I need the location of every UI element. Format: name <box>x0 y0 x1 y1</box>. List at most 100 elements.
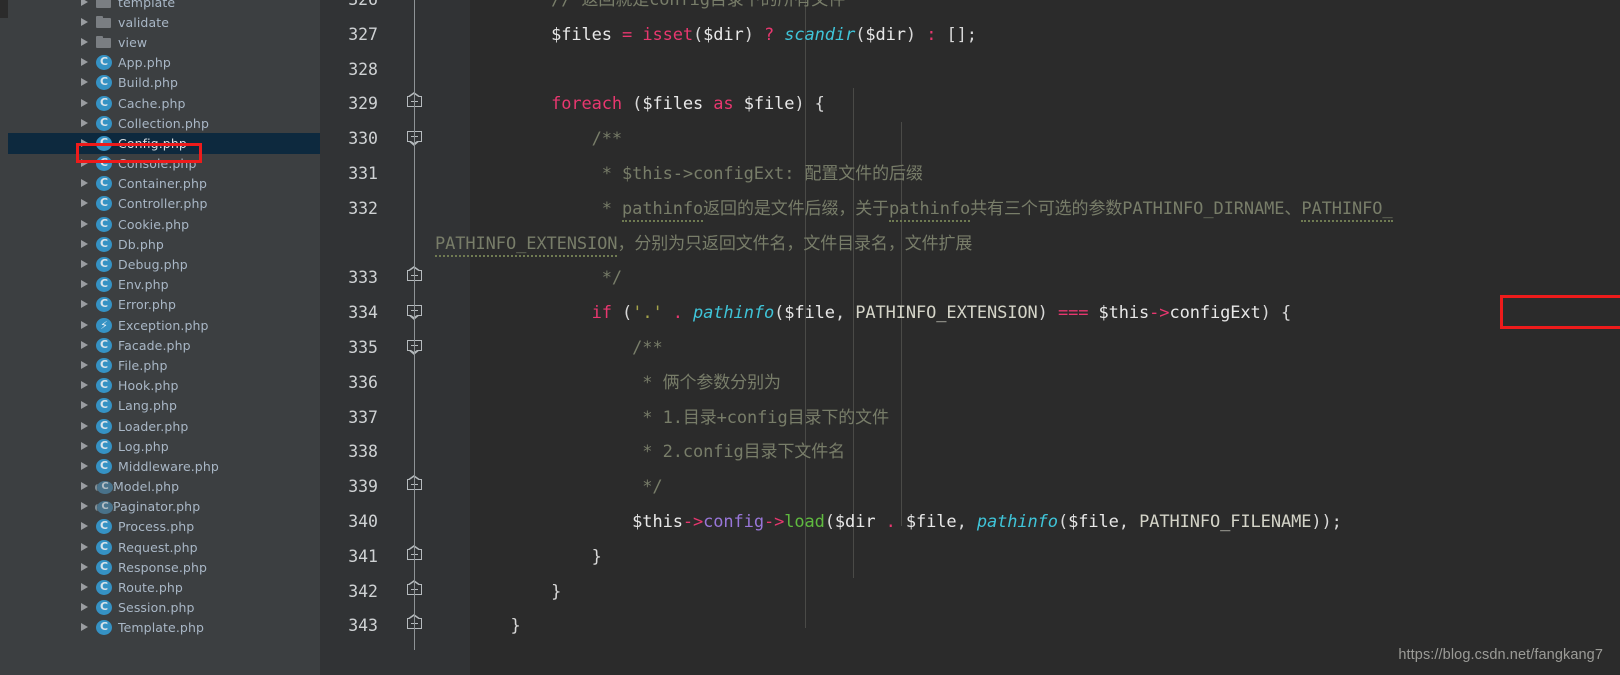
tree-item-process-php[interactable]: Process.php <box>8 517 320 537</box>
expand-arrow-icon[interactable] <box>80 598 91 618</box>
code-line: 332 * pathinfo返回的是文件后缀，关于pathinfo共有三个可选的… <box>320 192 1620 227</box>
code-line-text[interactable]: $this->config->load($dir . $file, pathin… <box>470 505 1342 540</box>
tree-item-response-php[interactable]: Response.php <box>8 557 320 577</box>
code-line-text[interactable]: /** <box>470 331 663 366</box>
expand-arrow-icon[interactable] <box>80 456 91 476</box>
expand-arrow-icon[interactable] <box>80 32 91 52</box>
expand-arrow-icon[interactable] <box>80 154 91 174</box>
tree-item-lang-php[interactable]: Lang.php <box>8 396 320 416</box>
code-line-text[interactable]: */ <box>470 470 662 505</box>
expand-arrow-icon[interactable] <box>80 315 91 335</box>
line-number: 339 <box>348 477 378 497</box>
tree-item-request-php[interactable]: Request.php <box>8 537 320 557</box>
code-editor[interactable]: 326 // 返回就是config目录下的所有文件327 $files = is… <box>320 0 1620 675</box>
tree-item-template-php[interactable]: Template.php <box>8 618 320 638</box>
expand-arrow-icon[interactable] <box>80 234 91 254</box>
expand-arrow-icon[interactable] <box>80 113 91 133</box>
ide-window: template validate view App.php Build.php Cach… <box>0 0 1620 675</box>
code-line-text[interactable]: * $this->configExt: 配置文件的后缀 <box>470 157 923 192</box>
tree-item-build-php[interactable]: Build.php <box>8 73 320 93</box>
php-class-icon <box>96 599 112 616</box>
tree-item-label: Lang.php <box>118 398 178 414</box>
tree-item-app-php[interactable]: App.php <box>8 53 320 73</box>
expand-arrow-icon[interactable] <box>80 376 91 396</box>
php-class-icon <box>96 438 112 454</box>
expand-arrow-icon[interactable] <box>80 537 91 557</box>
tree-item-label: Controller.php <box>118 196 208 212</box>
code-line-text[interactable]: * 1.目录+config目录下的文件 <box>470 401 889 436</box>
expand-arrow-icon[interactable] <box>80 416 91 436</box>
tree-item-facade-php[interactable]: Facade.php <box>8 335 320 355</box>
expand-arrow-icon[interactable] <box>80 93 91 113</box>
expand-arrow-icon[interactable] <box>80 12 91 32</box>
tree-item-container-php[interactable]: Container.php <box>8 174 320 194</box>
expand-arrow-icon[interactable] <box>80 0 91 12</box>
tree-item-session-php[interactable]: Session.php <box>8 598 320 618</box>
tree-item-env-php[interactable]: Env.php <box>8 275 320 295</box>
expand-arrow-icon[interactable] <box>80 335 91 355</box>
tree-item-controller-php[interactable]: Controller.php <box>8 194 320 214</box>
tree-item-paginator-php[interactable]: Paginator.php <box>8 497 320 517</box>
expand-arrow-icon[interactable] <box>80 557 91 577</box>
code-line-text[interactable]: $files = isset($dir) ? scandir($dir) : [… <box>470 18 977 53</box>
expand-arrow-icon[interactable] <box>80 73 91 93</box>
tree-item-log-php[interactable]: Log.php <box>8 436 320 456</box>
code-line-text[interactable]: /** <box>470 122 623 157</box>
code-line-text[interactable]: if ('.' . pathinfo($file, PATHINFO_EXTEN… <box>470 296 1292 331</box>
code-line-text[interactable]: * pathinfo返回的是文件后缀，关于pathinfo共有三个可选的参数PA… <box>470 192 1393 227</box>
line-number: 337 <box>348 407 378 427</box>
tree-item-db-php[interactable]: Db.php <box>8 234 320 254</box>
tree-item-hook-php[interactable]: Hook.php <box>8 376 320 396</box>
expand-arrow-icon[interactable] <box>80 578 91 598</box>
tree-item-model-php[interactable]: Model.php <box>8 477 320 497</box>
expand-arrow-icon[interactable] <box>80 295 91 315</box>
tree-item-cache-php[interactable]: Cache.php <box>8 93 320 113</box>
expand-arrow-icon[interactable] <box>80 275 91 295</box>
code-line-text[interactable]: } <box>470 575 561 610</box>
tree-item-label: Collection.php <box>118 115 209 131</box>
expand-arrow-icon[interactable] <box>80 133 91 153</box>
expand-arrow-icon[interactable] <box>80 396 91 416</box>
expand-arrow-icon[interactable] <box>80 255 91 275</box>
expand-arrow-icon[interactable] <box>80 517 91 537</box>
tree-item-file-php[interactable]: File.php <box>8 355 320 375</box>
php-class-icon <box>96 95 112 111</box>
expand-arrow-icon[interactable] <box>80 618 91 638</box>
tree-item-label: Log.php <box>118 438 169 454</box>
code-line-text[interactable]: } <box>470 609 521 644</box>
code-line-text[interactable]: } <box>470 540 602 575</box>
tree-item-template[interactable]: template <box>8 0 320 12</box>
tree-item-config-php[interactable]: Config.php <box>8 133 320 154</box>
tree-item-label: Cache.php <box>118 95 186 111</box>
code-line-text[interactable]: PATHINFO_EXTENSION，分别为只返回文件名，文件目录名，文件扩展 <box>435 227 972 262</box>
tree-item-label: Build.php <box>118 75 179 91</box>
code-line-text[interactable]: foreach ($files as $file) { <box>470 87 825 122</box>
tree-item-collection-php[interactable]: Collection.php <box>8 113 320 133</box>
tree-item-validate[interactable]: validate <box>8 12 320 32</box>
tree-item-error-php[interactable]: Error.php <box>8 295 320 315</box>
code-line-text[interactable]: // 返回就是config目录下的所有文件 <box>470 0 845 18</box>
tree-item-debug-php[interactable]: Debug.php <box>8 254 320 274</box>
code-line-text[interactable]: * 2.config目录下文件名 <box>470 435 845 470</box>
code-line-text[interactable]: */ <box>470 261 622 296</box>
tree-item-console-php[interactable]: Console.php <box>8 154 320 174</box>
expand-arrow-icon[interactable] <box>80 194 91 214</box>
tree-item-middleware-php[interactable]: Middleware.php <box>8 456 320 476</box>
tree-item-view[interactable]: view <box>8 32 320 52</box>
expand-arrow-icon[interactable] <box>80 355 91 375</box>
code-line: 338 * 2.config目录下文件名 <box>320 435 1620 470</box>
tree-item-cookie-php[interactable]: Cookie.php <box>8 214 320 234</box>
expand-arrow-icon[interactable] <box>80 53 91 73</box>
tree-item-loader-php[interactable]: Loader.php <box>8 416 320 436</box>
project-tree-panel[interactable]: template validate view App.php Build.php Cach… <box>8 0 320 675</box>
code-line: 343 } <box>320 609 1620 644</box>
expand-arrow-icon[interactable] <box>80 436 91 456</box>
expand-arrow-icon[interactable] <box>80 174 91 194</box>
tree-item-route-php[interactable]: Route.php <box>8 577 320 597</box>
tree-item-exception-php[interactable]: Exception.php <box>8 315 320 335</box>
expand-arrow-icon[interactable] <box>80 214 91 234</box>
tree-item-label: Exception.php <box>118 317 209 333</box>
expand-arrow-icon[interactable] <box>80 477 91 497</box>
code-line-text[interactable]: * 俩个参数分别为 <box>470 366 781 401</box>
expand-arrow-icon[interactable] <box>80 497 91 517</box>
